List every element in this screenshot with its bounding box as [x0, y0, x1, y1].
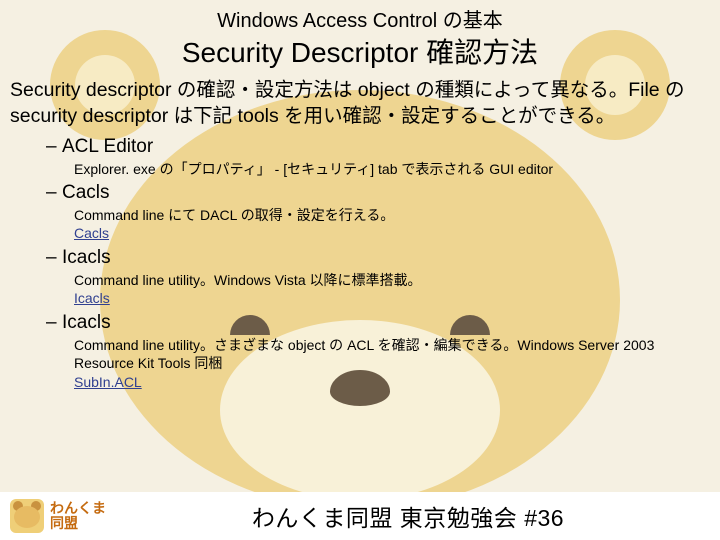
tool-description: Command line utility。Windows Vista 以降に標準…	[74, 271, 710, 289]
tool-name: Icacls	[46, 312, 710, 334]
tool-link[interactable]: Icacls	[74, 290, 110, 306]
tool-link[interactable]: SubIn.ACL	[74, 374, 142, 390]
tool-name: Icacls	[46, 247, 710, 269]
list-item: Icacls Command line utility。さまざまな object…	[46, 312, 710, 391]
footer-session-title: わんくま同盟 東京勉強会 #36	[106, 499, 710, 533]
footer-logo: わんくま 同盟	[10, 499, 106, 533]
list-item: Cacls Command line にて DACL の取得・設定を行える。 C…	[46, 182, 710, 243]
tool-name: Cacls	[46, 182, 710, 204]
tool-description: Explorer. exe の「プロパティ」 - [セキュリティ] tab で表…	[74, 160, 710, 178]
tool-name: ACL Editor	[46, 136, 710, 158]
slide-footer: わんくま 同盟 わんくま同盟 東京勉強会 #36	[0, 492, 720, 540]
logo-text-line2: 同盟	[50, 516, 106, 531]
tool-link[interactable]: Cacls	[74, 225, 109, 241]
slide-intro-paragraph: Security descriptor の確認・設定方法は object の種類…	[10, 77, 708, 130]
wankuma-bear-icon	[10, 499, 44, 533]
list-item: Icacls Command line utility。Windows Vist…	[46, 247, 710, 308]
logo-text-line1: わんくま	[50, 501, 106, 516]
tool-description: Command line utility。さまざまな object の ACL …	[74, 336, 710, 372]
tool-description: Command line にて DACL の取得・設定を行える。	[74, 206, 710, 224]
slide-content: Windows Access Control の基本 Security Desc…	[0, 0, 720, 492]
footer-logo-text: わんくま 同盟	[50, 501, 106, 530]
tool-list: ACL Editor Explorer. exe の「プロパティ」 - [セキュ…	[46, 136, 710, 392]
slide-supertitle: Windows Access Control の基本	[10, 4, 710, 33]
slide-title: Security Descriptor 確認方法	[10, 31, 710, 71]
list-item: ACL Editor Explorer. exe の「プロパティ」 - [セキュ…	[46, 136, 710, 178]
